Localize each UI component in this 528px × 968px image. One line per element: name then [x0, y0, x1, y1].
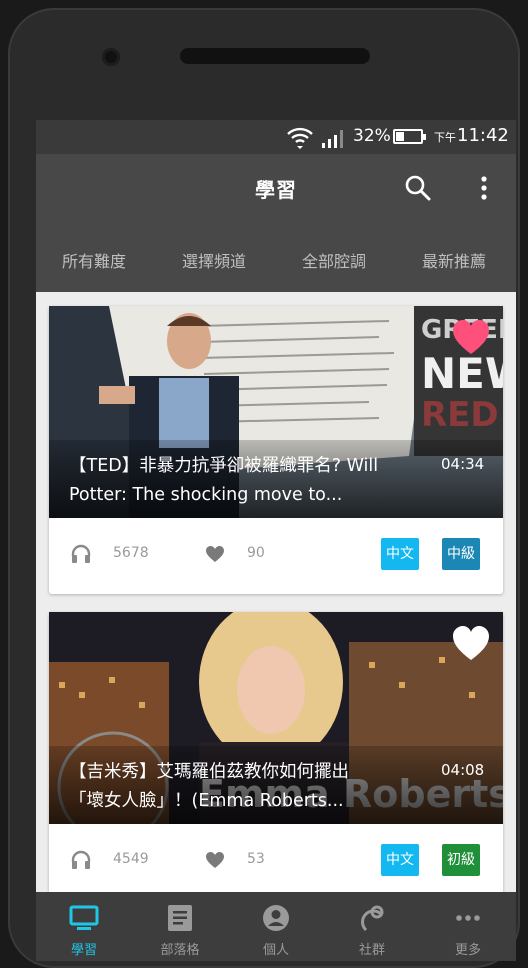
more-vert-icon[interactable]: [474, 174, 494, 202]
video-title-line2: Potter: The shocking move to...: [69, 485, 343, 505]
filter-channel[interactable]: 選擇頻道: [182, 248, 246, 272]
filter-bar: 所有難度 選擇頻道 全部腔調 最新推薦: [36, 220, 516, 292]
headphones-icon: [71, 544, 91, 563]
level-badge: 初級: [442, 844, 480, 876]
clock-ampm: 下午: [434, 131, 456, 144]
like-count: 53: [247, 851, 265, 867]
monitor-icon: [69, 905, 99, 930]
video-title-line1: 【TED】非暴力抗爭卻被羅織罪名? Will: [69, 456, 379, 476]
search-icon[interactable]: [404, 174, 432, 202]
phone-frame: 32% 下午11:42 學習 所有難度 選擇頻道 全部腔調 最新推薦 NE RE…: [8, 8, 520, 968]
svg-text:NEW: NEW: [421, 349, 503, 398]
headphones-icon: [71, 850, 91, 869]
favorite-heart-icon[interactable]: [451, 624, 491, 662]
battery-percent: 32%: [353, 126, 391, 146]
bottom-navigation: 學習 部落格 個人 社群 更多: [36, 892, 516, 961]
screen: 32% 下午11:42 學習 所有難度 選擇頻道 全部腔調 最新推薦 NE RE…: [36, 120, 516, 961]
filter-latest[interactable]: 最新推薦: [422, 248, 486, 272]
card-footer: 5678 90 中文 中級: [49, 518, 503, 594]
video-duration: 04:34: [441, 455, 485, 473]
like-count: 90: [247, 545, 265, 561]
article-icon: [168, 905, 192, 931]
clock: 下午11:42: [434, 125, 509, 146]
video-card[interactable]: Emma Roberts 【吉米秀】艾瑪羅伯茲教你如何擺出 「壞女人臉」！(Em…: [49, 612, 503, 900]
language-badge: 中文: [381, 538, 419, 570]
nav-label: 更多: [454, 943, 481, 958]
favorite-heart-icon[interactable]: [451, 318, 491, 356]
nav-label: 部落格: [160, 943, 200, 958]
filter-accent[interactable]: 全部腔調: [302, 248, 366, 272]
front-camera: [102, 48, 120, 66]
more-horiz-icon: [456, 915, 480, 921]
page-title: 學習: [255, 178, 297, 202]
clock-time: 11:42: [457, 125, 509, 146]
card-footer: 4549 53 中文 初級: [49, 824, 503, 900]
heart-icon: [206, 852, 224, 868]
heart-icon: [206, 546, 224, 562]
battery-icon: [393, 129, 426, 144]
cell-signal-icon: [322, 130, 343, 148]
language-badge: 中文: [381, 844, 419, 876]
nav-blog[interactable]: 部落格: [132, 892, 228, 961]
video-thumbnail[interactable]: Emma Roberts 【吉米秀】艾瑪羅伯茲教你如何擺出 「壞女人臉」！(Em…: [49, 612, 503, 824]
nav-learn[interactable]: 學習: [36, 892, 132, 961]
video-title: 【吉米秀】艾瑪羅伯茲教你如何擺出 「壞女人臉」！(Emma Roberts...: [69, 758, 419, 816]
svg-text:RED: RED: [421, 395, 499, 435]
earpiece-speaker: [180, 48, 370, 64]
account-icon: [263, 905, 289, 931]
listen-count: 5678: [113, 545, 149, 561]
nav-label: 個人: [262, 943, 289, 958]
app-bar: 學習: [36, 154, 516, 220]
wifi-icon: [287, 127, 313, 149]
filter-difficulty[interactable]: 所有難度: [62, 248, 126, 272]
video-title: 【TED】非暴力抗爭卻被羅織罪名? Will Potter: The shock…: [69, 452, 419, 510]
listen-count: 4549: [113, 851, 149, 867]
video-duration: 04:08: [441, 761, 485, 779]
nav-label: 社群: [358, 943, 385, 958]
video-title-line1: 【吉米秀】艾瑪羅伯茲教你如何擺出: [69, 762, 349, 782]
status-bar: 32% 下午11:42: [36, 120, 516, 154]
nav-profile[interactable]: 個人: [228, 892, 324, 961]
video-card[interactable]: GREEN NEW RED 【TED】非暴力抗爭卻被羅織罪名? Will Pot…: [49, 306, 503, 594]
video-title-line2: 「壞女人臉」！(Emma Roberts...: [69, 791, 344, 811]
level-badge: 中級: [442, 538, 480, 570]
community-icon: [361, 905, 384, 932]
nav-more[interactable]: 更多: [420, 892, 516, 961]
video-thumbnail[interactable]: GREEN NEW RED 【TED】非暴力抗爭卻被羅織罪名? Will Pot…: [49, 306, 503, 518]
nav-community[interactable]: 社群: [324, 892, 420, 961]
nav-label: 學習: [70, 943, 97, 958]
